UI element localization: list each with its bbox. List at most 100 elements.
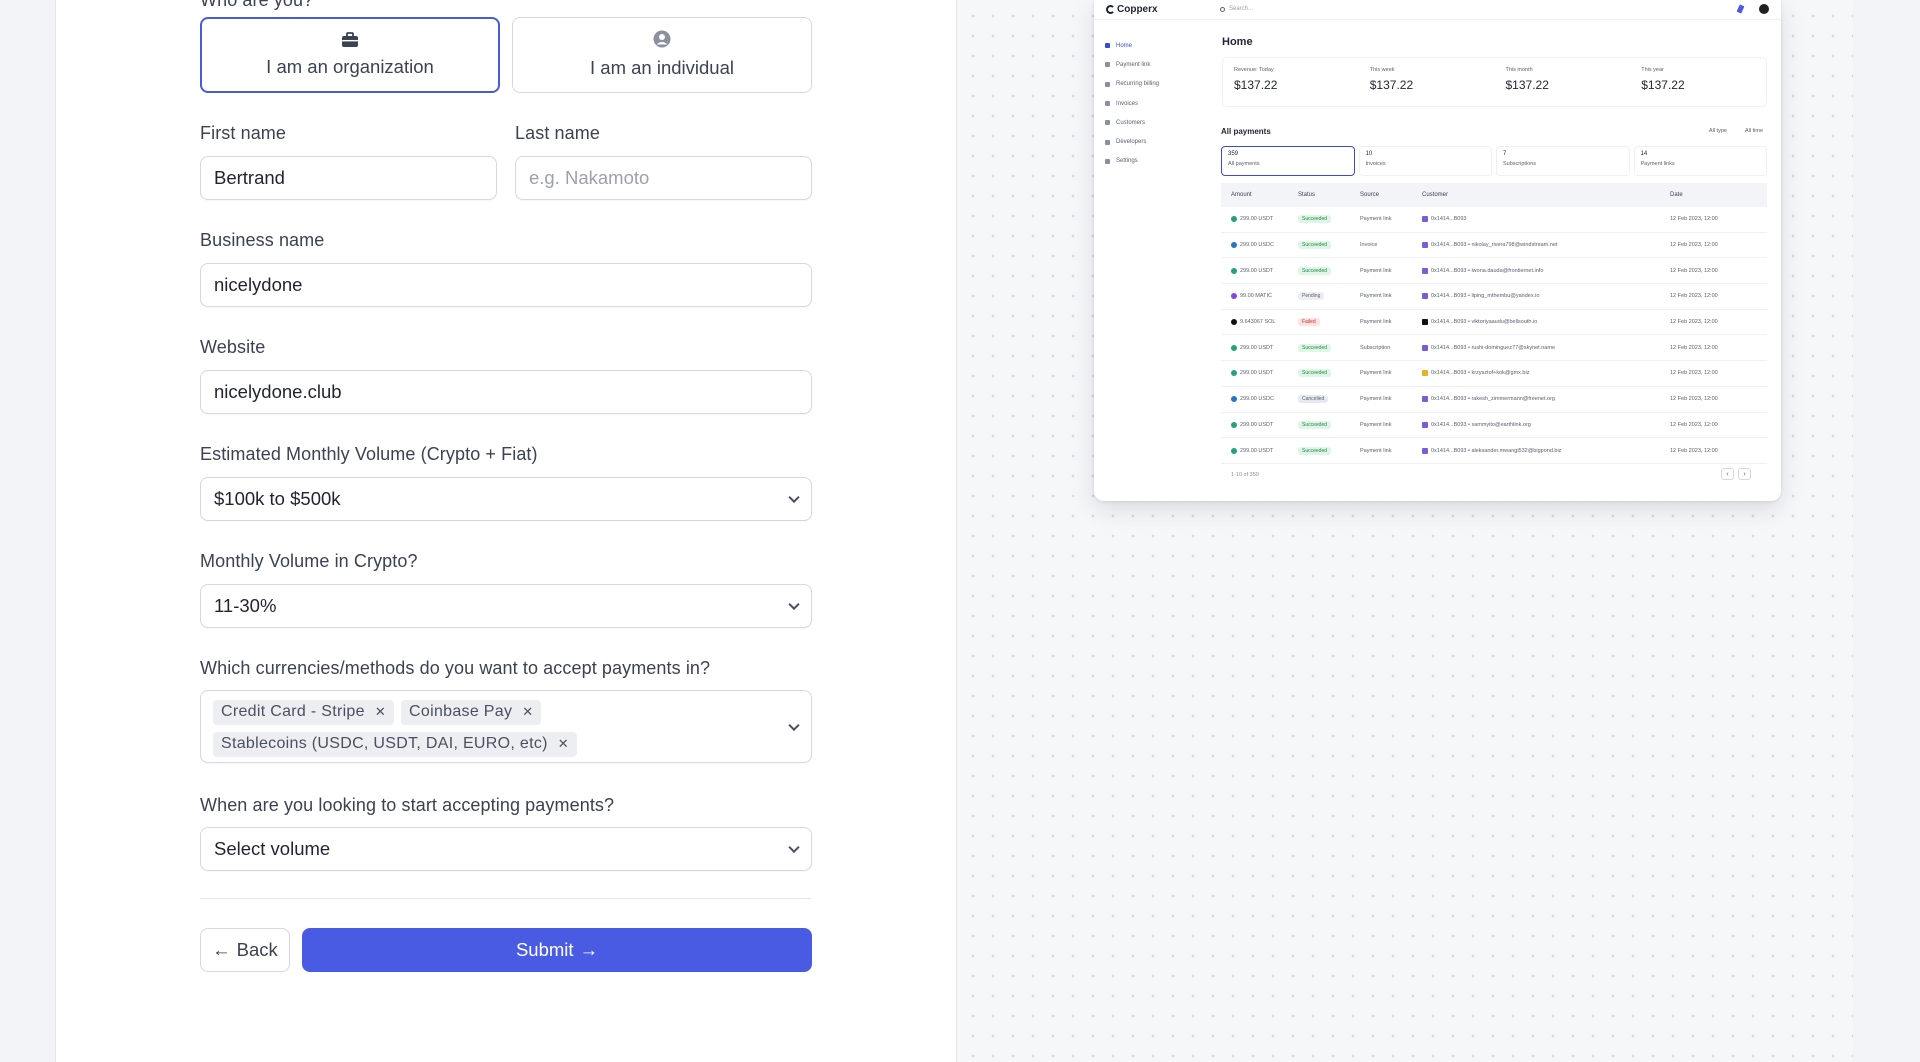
customer-cell: 0x1414...B093 • nikolay_rivera798@windst… xyxy=(1422,242,1670,249)
remove-chip-icon[interactable]: ✕ xyxy=(375,704,386,720)
column-header: Source xyxy=(1360,192,1380,198)
customer-value: 0x1414...B093 • sammyito@earthlink.org xyxy=(1431,421,1531,428)
preview-tab: 359 All payments xyxy=(1221,146,1355,176)
back-button[interactable]: ← Back xyxy=(200,928,290,972)
pagination: ‹ › xyxy=(1721,468,1751,480)
billing-icon xyxy=(1105,81,1110,87)
remove-chip-icon[interactable]: ✕ xyxy=(558,736,569,752)
wallet-icon xyxy=(1422,370,1428,377)
customer-cell: 0x1414...B093 • viktoriyaaudu@bellsouth.… xyxy=(1422,319,1670,326)
status-badge: Succeeded xyxy=(1298,241,1332,250)
amount-value: 299.00 USDT xyxy=(1240,267,1274,274)
status-badge: Cancelled xyxy=(1298,395,1329,404)
last-name-label: Last name xyxy=(515,123,600,143)
customer-value: 0x1414...B093 • liping_mthembu@yandex.io xyxy=(1431,293,1540,300)
individual-option-card[interactable]: I am an individual xyxy=(512,17,812,93)
wallet-icon xyxy=(1422,344,1428,351)
source-cell: Payment link xyxy=(1360,319,1392,326)
preview-sidebar-item: Payment link xyxy=(1105,55,1215,74)
amount-cell: 299.00 USDT xyxy=(1221,370,1298,377)
website-field[interactable]: nicelydone.club xyxy=(200,370,812,414)
chevron-down-icon xyxy=(788,841,800,854)
individual-option-label: I am an individual xyxy=(590,57,734,78)
date-cell: 12 Feb 2023, 12:00 xyxy=(1670,242,1718,249)
amount-value: 299.00 USDC xyxy=(1240,396,1274,403)
developers-icon xyxy=(1105,139,1110,145)
status-badge: Pending xyxy=(1298,292,1325,301)
column-header: Customer xyxy=(1422,192,1449,198)
first-name-field[interactable]: Bertrand xyxy=(200,156,497,200)
tab-label: Payment links xyxy=(1640,161,1675,167)
tab-count: 10 xyxy=(1365,151,1373,157)
preview-sidebar-label: Invoices xyxy=(1116,100,1139,107)
column-header: Amount xyxy=(1231,192,1252,198)
customer-value: 0x1414...B093 • rakesh_zimmermann@freene… xyxy=(1431,396,1555,403)
amount-cell: 299.00 USDT xyxy=(1221,447,1298,454)
remove-chip-icon[interactable]: ✕ xyxy=(522,704,533,720)
start-time-value: Select volume xyxy=(214,838,331,859)
tab-count: 7 xyxy=(1503,151,1507,157)
date-cell: 12 Feb 2023, 12:00 xyxy=(1670,421,1718,428)
customer-cell: 0x1414...B093 xyxy=(1422,216,1670,223)
amount-cell: 299.00 USDC xyxy=(1221,396,1298,403)
settings-icon xyxy=(1105,158,1110,164)
currencies-multiselect[interactable]: Credit Card - Stripe ✕ Coinbase Pay ✕ Stabl… xyxy=(200,690,812,763)
stat-value: $137.22 xyxy=(1505,78,1549,92)
stat-label: This week xyxy=(1369,67,1395,73)
source-cell: Payment link xyxy=(1360,216,1392,223)
time-filter: All time xyxy=(1744,128,1763,134)
coin-icon xyxy=(1231,267,1237,274)
start-time-label: When are you looking to start accepting … xyxy=(200,795,615,815)
coin-icon xyxy=(1231,447,1237,454)
wallet-icon xyxy=(1422,447,1428,454)
business-name-field[interactable]: nicelydone xyxy=(200,263,812,307)
status-badge: Succeeded xyxy=(1298,369,1332,378)
stat-label: This month xyxy=(1505,67,1533,73)
crypto-volume-value: 11-30% xyxy=(214,595,277,616)
monthly-volume-value: $100k to $500k xyxy=(214,488,341,509)
wallet-icon xyxy=(1422,319,1428,326)
tab-count: 14 xyxy=(1640,151,1648,157)
amount-value: 299.00 USDT xyxy=(1240,447,1274,454)
wallet-icon xyxy=(1422,293,1428,300)
first-name-label: First name xyxy=(200,123,287,143)
amount-cell: 299.00 USDT xyxy=(1221,421,1298,428)
table-header: Amount Status Source Customer Date xyxy=(1221,183,1767,207)
date-cell: 12 Feb 2023, 12:00 xyxy=(1670,319,1718,326)
status-cell: Failed xyxy=(1298,318,1360,327)
organization-option-card[interactable]: I am an organization xyxy=(200,17,500,93)
last-name-field[interactable]: e.g. Nakamoto xyxy=(515,156,812,200)
customer-cell: 0x1414...B093 • iwona.dauda@frontiernet.… xyxy=(1422,267,1670,274)
coin-icon xyxy=(1231,396,1237,403)
organization-option-label: I am an organization xyxy=(266,56,434,77)
customer-cell: 0x1414...B093 • liping_mthembu@yandex.io xyxy=(1422,293,1670,300)
crypto-volume-select[interactable]: 11-30% xyxy=(200,584,812,628)
preview-search-placeholder: Search... xyxy=(1229,6,1254,12)
submit-button[interactable]: Submit → xyxy=(302,928,812,972)
table-row: 299.00 USDT Succeeded Subscription 0x1414..… xyxy=(1221,335,1767,362)
start-time-select[interactable]: Select volume xyxy=(200,827,812,871)
table-footer: 1-10 of 359 xyxy=(1231,472,1259,478)
date-cell: 12 Feb 2023, 12:00 xyxy=(1670,396,1718,403)
monthly-volume-select[interactable]: $100k to $500k xyxy=(200,477,812,521)
coin-icon xyxy=(1231,242,1237,249)
date-cell: 12 Feb 2023, 12:00 xyxy=(1670,447,1718,454)
customer-cell: 0x1414...B093 • sammyito@earthlink.org xyxy=(1422,421,1670,428)
preview-topbar: Copperx Search... xyxy=(1094,0,1781,20)
preview-sidebar-label: Home xyxy=(1116,42,1133,49)
source-cell: Payment link xyxy=(1360,370,1392,377)
table-row: 9.643067 SOL Failed Payment link 0x1414...B… xyxy=(1221,310,1767,336)
status-cell: Succeeded xyxy=(1298,266,1360,275)
currencies-label: Which currencies/methods do you want to … xyxy=(200,658,711,678)
table-row: 299.00 USDT Succeeded Payment link 0x1414..… xyxy=(1221,438,1767,464)
arrow-right-icon: → xyxy=(579,939,599,960)
currency-chip: Stablecoins (USDC, USDT, DAI, EURO, etc)… xyxy=(213,731,577,757)
source-cell: Payment link xyxy=(1360,396,1392,403)
source-cell: Payment link xyxy=(1360,267,1392,274)
status-badge: Succeeded xyxy=(1298,215,1332,224)
tab-count: 359 xyxy=(1228,151,1239,157)
chevron-down-icon xyxy=(788,598,800,611)
source-cell: Payment link xyxy=(1360,293,1392,300)
link-icon xyxy=(1105,62,1110,68)
status-cell: Succeeded xyxy=(1298,343,1360,352)
